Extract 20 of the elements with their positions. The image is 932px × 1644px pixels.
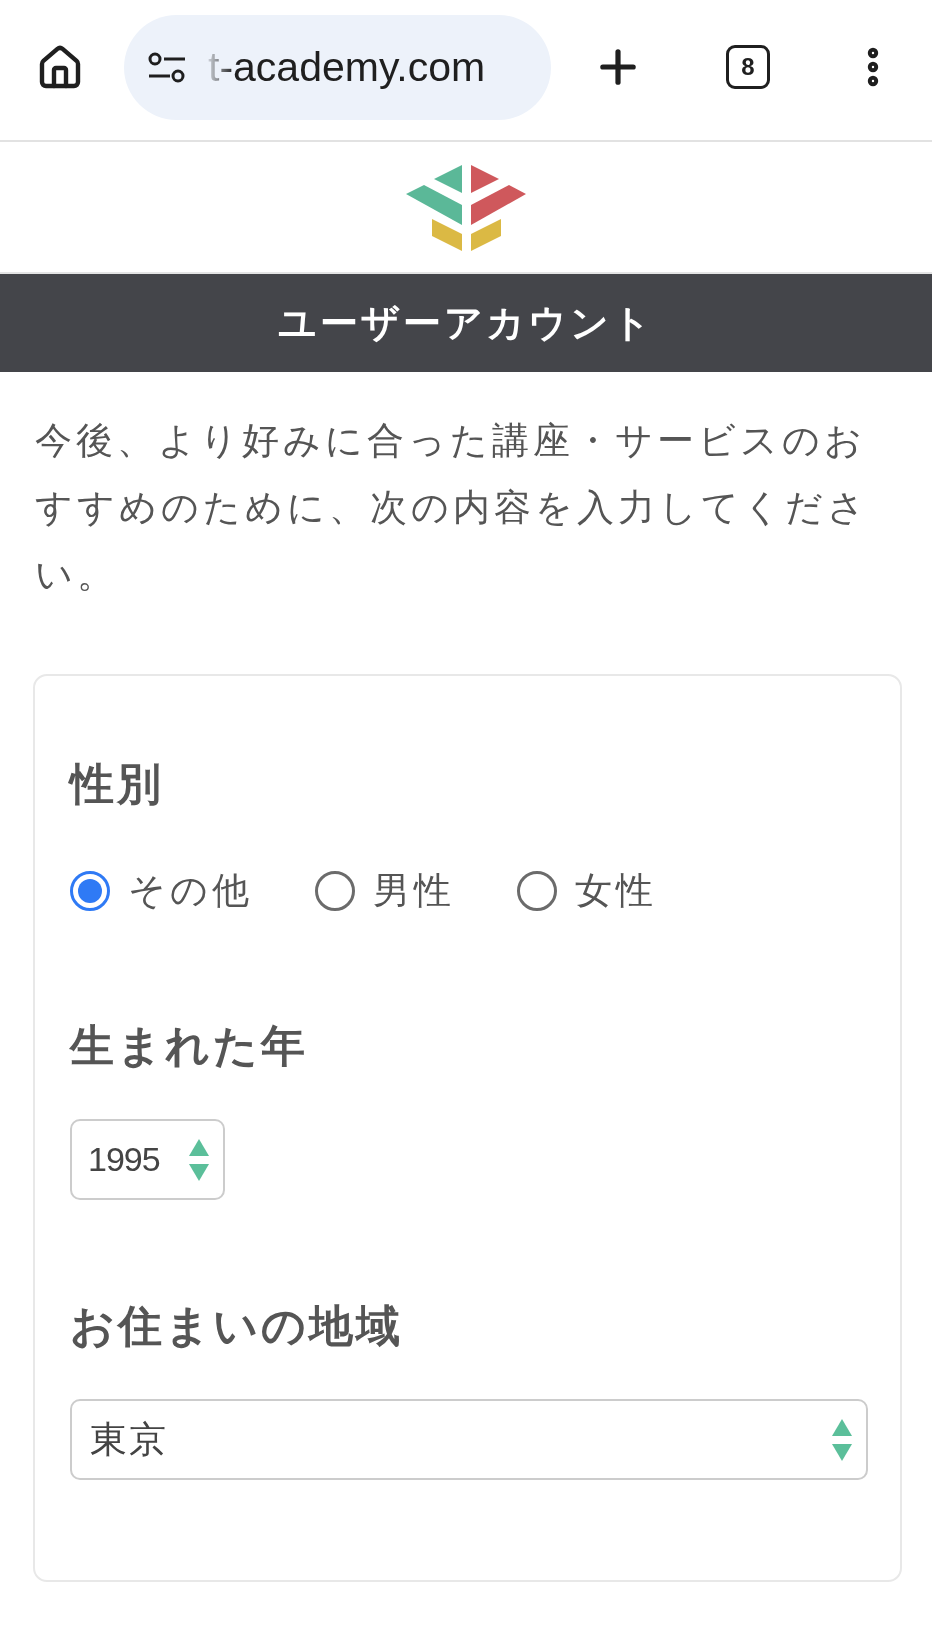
stepper-icon — [832, 1418, 852, 1461]
tab-count-button[interactable]: 8 — [726, 45, 770, 89]
field-label: 性別 — [70, 760, 165, 808]
radio-label[interactable]: その他 — [128, 867, 253, 915]
region-select[interactable]: 東京 — [70, 1399, 868, 1480]
address-bar[interactable]: t-academy.com — [124, 15, 551, 120]
radio-button[interactable] — [517, 871, 557, 911]
radio-button[interactable] — [70, 871, 110, 911]
intro-text: 今後、より好みに合った講座・サービスのおすすめのために、次の内容を入力してください。 — [35, 419, 870, 597]
url-text[interactable]: t-academy.com — [208, 36, 486, 99]
radio-label[interactable]: 女性 — [575, 867, 657, 915]
field-label: 生まれた年 — [70, 1022, 309, 1070]
site-settings-icon[interactable] — [148, 51, 186, 84]
radio-button[interactable] — [315, 871, 355, 911]
year-select[interactable]: 1995 — [70, 1119, 225, 1200]
page-title: ユーザーアカウント — [278, 300, 654, 346]
radio-label[interactable]: 男性 — [373, 867, 455, 915]
logo-icon — [406, 163, 526, 251]
field-label: お住まいの地域 — [70, 1302, 404, 1350]
stepper-icon — [189, 1138, 209, 1181]
